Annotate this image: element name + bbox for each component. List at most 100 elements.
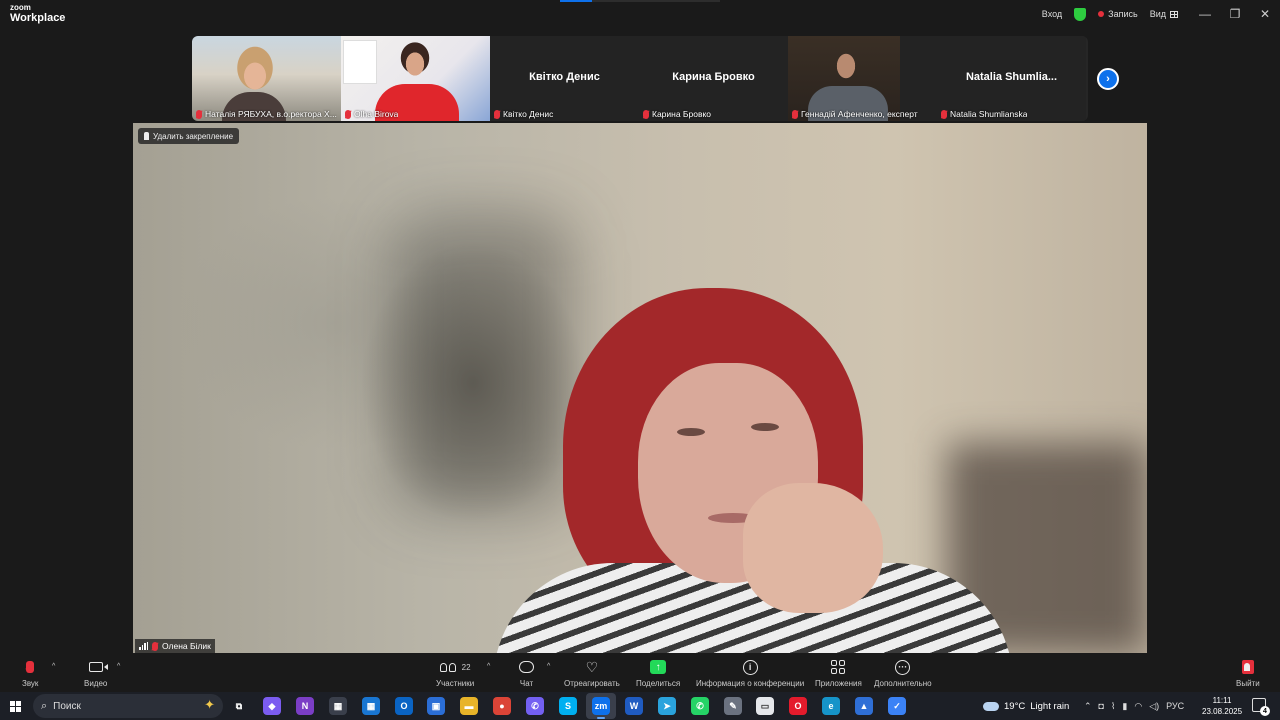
participant-tile[interactable]: Наталія РЯБУХА, в.о.ректора Х... (192, 36, 341, 121)
sparkle-icon: ✦ (204, 697, 215, 712)
next-page-chevron-icon[interactable]: › (1097, 68, 1119, 90)
task-view-icon[interactable]: ⧉ (230, 697, 248, 715)
more-icon: ··· (895, 659, 911, 675)
whatsapp-icon[interactable]: ✆ (691, 697, 709, 715)
meeting-info-button[interactable]: i Информация о конференции (696, 657, 804, 688)
leave-icon (1241, 660, 1254, 674)
copilot-icon[interactable]: ◆ (263, 697, 281, 715)
view-button[interactable]: Вид (1150, 9, 1178, 19)
signin-button[interactable]: Вход (1042, 9, 1062, 19)
video-button[interactable]: Видео (84, 657, 108, 688)
word-icon[interactable]: W (625, 697, 643, 715)
video-options-caret-icon[interactable]: ^ (117, 663, 120, 670)
camera-tray-icon[interactable]: ◘ (1099, 701, 1104, 711)
pin-icon (144, 132, 149, 140)
meeting-info-label: Информация о конференции (696, 679, 805, 688)
notepad-icon[interactable]: ▭ (756, 697, 774, 715)
react-button[interactable]: ♡ Отреагировать (564, 657, 620, 689)
participants-button[interactable]: 22 Участники (436, 657, 474, 688)
onenote-icon[interactable]: N (296, 697, 314, 715)
image-viewer-icon[interactable]: ▲ (855, 697, 873, 715)
restore-button[interactable]: ❐ (1220, 0, 1250, 28)
participants-label: Участники (436, 679, 475, 688)
start-button[interactable] (0, 692, 30, 720)
network-icon[interactable]: ⌇ (1111, 701, 1115, 712)
clock-time: 11:11 (1212, 696, 1232, 705)
zoom-logo: zoom Workplace (10, 4, 65, 24)
taskbar-clock[interactable]: 11:11 23.08.2025 (1202, 695, 1242, 717)
recording-label: Запись (1108, 9, 1138, 19)
meeting-toolbar: Звук ^ Видео ^ 22 Участники ^ Чат ^ ♡ От… (0, 655, 1280, 692)
signin-label: Вход (1041, 9, 1063, 19)
participant-tile[interactable]: Olha Birova (341, 36, 490, 121)
apps-button[interactable]: Приложения (815, 657, 862, 688)
zoom-icon[interactable]: zm (592, 697, 610, 719)
participants-options-caret-icon[interactable]: ^ (487, 663, 490, 670)
weather-widget[interactable]: 19°C Light rain (983, 692, 1069, 720)
recording-indicator[interactable]: Запись (1098, 9, 1138, 19)
participants-count: 22 (461, 662, 471, 672)
info-icon: i (742, 659, 758, 675)
mic-muted-icon (196, 109, 202, 119)
explorer-icon[interactable]: ▬ (460, 697, 478, 715)
participant-name: Olha Birova (354, 109, 399, 119)
participant-tile[interactable]: Natalia Shumlia... Natalia Shumlianska (937, 36, 1086, 121)
calendar-icon[interactable]: ▦ (362, 697, 380, 715)
participant-name: Геннадій Афенченко, експерт (801, 109, 918, 119)
mic-muted-icon (152, 641, 158, 651)
signal-icon (139, 642, 148, 650)
microphone-tray-icon[interactable]: ▮ (1122, 701, 1127, 712)
chat-options-caret-icon[interactable]: ^ (547, 663, 550, 670)
edge-icon[interactable]: e (822, 697, 840, 715)
chat-icon (519, 661, 534, 673)
share-screen-icon: ↑ (650, 660, 667, 674)
chat-button[interactable]: Чат (519, 657, 534, 688)
logo-bottom: Workplace (10, 12, 66, 24)
close-button[interactable]: ✕ (1250, 0, 1280, 28)
chat-label: Чат (519, 679, 534, 688)
language-indicator[interactable]: РУС (1166, 701, 1184, 711)
participant-tile[interactable]: Геннадій Афенченко, експерт (788, 36, 937, 121)
unpin-label: Удалить закрепление (153, 131, 234, 141)
view-label: Вид (1149, 9, 1166, 19)
leave-label: Выйти (1236, 679, 1260, 688)
view-tab-indicator (560, 0, 720, 2)
tray-overflow-chevron-icon[interactable]: ⌃ (1084, 701, 1092, 712)
viber-icon[interactable]: ✆ (526, 697, 544, 715)
wifi-icon[interactable]: ◠ (1134, 701, 1142, 712)
participant-big-name: Natalia Shumlia... (965, 71, 1058, 83)
volume-icon[interactable]: ◁) (1149, 701, 1159, 712)
audio-options-caret-icon[interactable]: ^ (52, 663, 55, 670)
opera-icon[interactable]: O (789, 697, 807, 715)
telegram-icon[interactable]: ➤ (658, 697, 676, 715)
chrome-icon[interactable]: ● (493, 697, 511, 715)
minimize-button[interactable]: — (1190, 0, 1220, 28)
speaker-caption: Олена Білик (135, 639, 215, 653)
react-label: Отреагировать (564, 679, 620, 688)
calculator-icon[interactable]: ▦ (329, 697, 347, 715)
participant-name: Natalia Shumlianska (950, 109, 1028, 119)
share-button[interactable]: ↑ Поделиться (636, 657, 680, 688)
todo-icon[interactable]: ✓ (888, 697, 906, 715)
security-shield-icon[interactable] (1074, 7, 1087, 21)
unpin-button[interactable]: Удалить закрепление (138, 128, 240, 144)
mic-muted-icon (643, 109, 649, 119)
notifications-icon[interactable]: 4 (1252, 698, 1270, 716)
taskbar-search[interactable]: ⌕ Поиск ✦ (33, 694, 223, 718)
speaker-name: Олена Білик (162, 641, 211, 651)
skype-icon[interactable]: S (559, 697, 577, 715)
clock-date: 23.08.2025 (1202, 707, 1243, 716)
participant-name: Наталія РЯБУХА, в.о.ректора Х... (205, 109, 337, 119)
system-tray: ⌃ ◘ ⌇ ▮ ◠ ◁) РУС (1084, 692, 1184, 720)
store-icon[interactable]: ▣ (427, 697, 445, 715)
main-video[interactable]: Удалить закрепление Олена Білик (133, 123, 1147, 653)
audio-button[interactable]: Звук (22, 657, 38, 688)
leave-button[interactable]: Выйти (1236, 657, 1260, 688)
participant-tile[interactable]: Карина Бровко Карина Бровко (639, 36, 788, 121)
participant-big-name: Карина Бровко (672, 71, 755, 83)
outlook-icon[interactable]: O (395, 697, 413, 715)
microphone-muted-icon (26, 661, 35, 673)
more-button[interactable]: ··· Дополнительно (874, 657, 932, 688)
paint-icon[interactable]: ✎ (724, 697, 742, 715)
participant-tile[interactable]: Квітко Денис Квітко Денис (490, 36, 639, 121)
